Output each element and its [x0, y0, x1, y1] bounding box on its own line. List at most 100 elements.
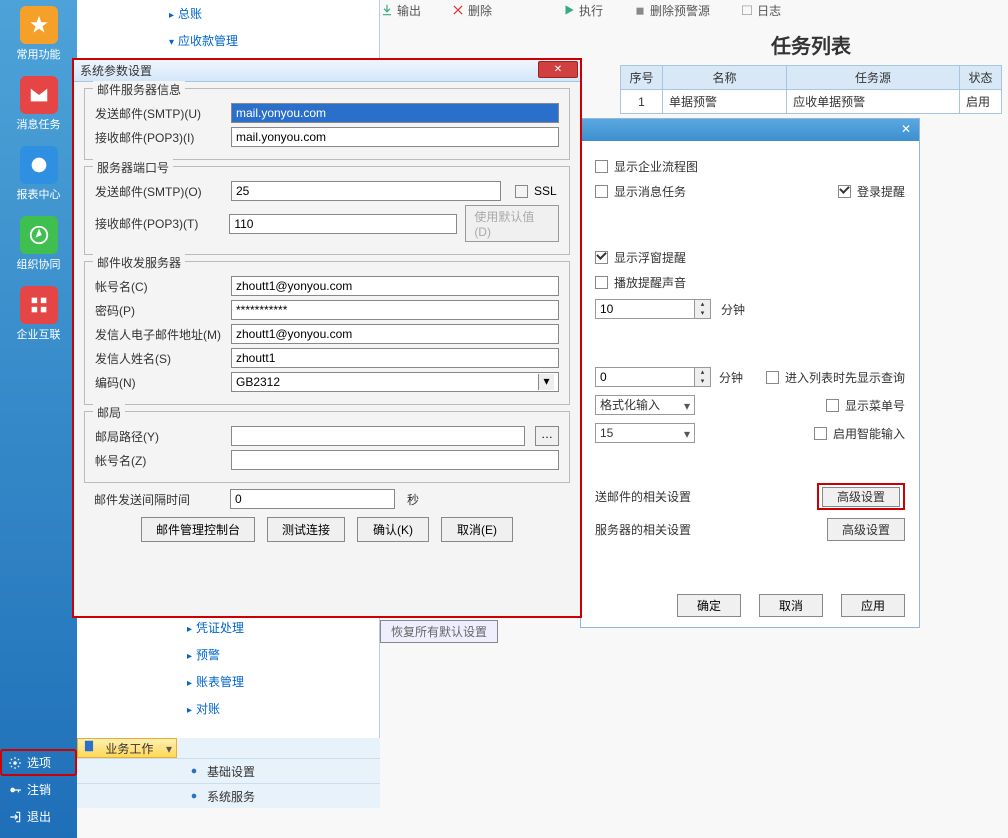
restore-defaults-button[interactable]: 恢复所有默认设置	[380, 620, 498, 643]
advanced-button-2[interactable]: 高级设置	[827, 518, 905, 541]
options-label: 选项	[27, 754, 51, 771]
sidebar-label: 常用功能	[0, 46, 77, 62]
pop-port-label: 接收邮件(POP3)(T)	[95, 215, 223, 232]
chevron-up-icon[interactable]: ▴	[695, 368, 710, 377]
label: 显示消息任务	[614, 183, 686, 200]
encoding-select[interactable]: GB2312▾	[231, 372, 559, 392]
smtp-port-input[interactable]	[231, 181, 501, 201]
legend: 邮件收发服务器	[93, 254, 185, 271]
logout-link[interactable]: 注销	[0, 776, 77, 803]
col-name[interactable]: 名称	[663, 66, 787, 90]
sidebar-item-enterprise[interactable]: 企业互联	[0, 280, 77, 350]
exit-link[interactable]: 退出	[0, 803, 77, 830]
password-input[interactable]	[231, 300, 559, 320]
format-select[interactable]: 格式化输入	[595, 395, 695, 415]
sidebar-item-message[interactable]: 消息任务	[0, 70, 77, 140]
sidebar-item-org[interactable]: 组织协同	[0, 210, 77, 280]
label: 显示企业流程图	[614, 158, 698, 175]
chevron-up-icon[interactable]: ▴	[695, 300, 710, 309]
sender-mail-label: 发信人电子邮件地址(M)	[95, 326, 225, 343]
chevron-down-icon[interactable]: ▾	[538, 374, 554, 390]
advanced-button[interactable]: 高级设置	[822, 487, 900, 507]
tree-item[interactable]: ▸预警	[77, 641, 379, 668]
poacct-input[interactable]	[231, 450, 559, 470]
ssl-checkbox[interactable]	[515, 185, 528, 198]
unit: 分钟	[721, 301, 745, 318]
use-default-button[interactable]: 使用默认值(D)	[465, 205, 559, 242]
sidebar-item-common[interactable]: 常用功能	[0, 0, 77, 70]
tree-item[interactable]: ▸对账	[77, 695, 379, 722]
cancel-button[interactable]: 取消(E)	[441, 517, 513, 542]
interval-stepper[interactable]: ▴▾	[595, 299, 711, 319]
tree-item[interactable]: ▸凭证处理	[77, 614, 379, 641]
v3-select[interactable]: 15	[595, 423, 695, 443]
delalert-button[interactable]: 删除预警源	[633, 2, 710, 19]
dialog-titlebar[interactable]: 系统参数设置 ✕	[74, 60, 580, 82]
group-ports: 服务器端口号 发送邮件(SMTP)(O)SSL 接收邮件(POP3)(T)使用默…	[84, 166, 570, 255]
chevron-down-icon[interactable]: ▾	[695, 377, 710, 386]
checkbox-smart-input[interactable]	[814, 427, 827, 440]
sender-name-input[interactable]	[231, 348, 559, 368]
ok-button[interactable]: 确定	[677, 594, 741, 617]
pop-label: 接收邮件(POP3)(I)	[95, 129, 225, 146]
close-icon[interactable]: ✕	[899, 122, 913, 136]
delete-button[interactable]: 删除	[451, 2, 492, 19]
v2-stepper[interactable]: ▴▾	[595, 367, 711, 387]
poacct-label: 帐号名(Z)	[95, 452, 225, 469]
v2-input[interactable]	[595, 367, 695, 387]
tree-label: 对账	[196, 702, 220, 716]
checkbox-float[interactable]	[595, 251, 608, 264]
cat-base[interactable]: 基础设置	[77, 758, 380, 783]
sender-mail-input[interactable]	[231, 324, 559, 344]
calendar-icon	[740, 3, 754, 17]
pop-port-input[interactable]	[229, 214, 457, 234]
confirm-button[interactable]: 确认(K)	[357, 517, 429, 542]
browse-button[interactable]: …	[535, 426, 559, 446]
account-input[interactable]	[231, 276, 559, 296]
checkbox-enter-query[interactable]	[766, 371, 779, 384]
cat-system[interactable]: 系统服务	[77, 783, 380, 808]
tb-label: 删除	[468, 2, 492, 19]
checkbox-show-menu[interactable]	[826, 399, 839, 412]
output-button[interactable]: 输出	[380, 2, 421, 19]
smtp-port-label: 发送邮件(SMTP)(O)	[95, 183, 225, 200]
cat-business[interactable]: 业务工作	[77, 738, 177, 758]
send-interval-input[interactable]	[230, 489, 395, 509]
star-icon	[20, 6, 58, 44]
unit: 分钟	[719, 369, 743, 386]
table-row[interactable]: 1 单据预警 应收单据预警 启用	[621, 90, 1002, 114]
tree-item[interactable]: ▾应收款管理	[77, 27, 379, 54]
doc-icon	[82, 739, 96, 753]
checkbox-show-flow[interactable]	[595, 160, 608, 173]
test-connection-button[interactable]: 测试连接	[267, 517, 345, 542]
tree-item[interactable]: ▸总账	[77, 0, 379, 27]
col-stat[interactable]: 状态	[960, 66, 1002, 90]
task-table: 序号 名称 任务源 状态 1 单据预警 应收单据预警 启用	[620, 65, 1002, 114]
envelope-icon	[20, 76, 58, 114]
cancel-button[interactable]: 取消	[759, 594, 823, 617]
chevron-down-icon[interactable]: ▾	[695, 309, 710, 318]
sidebar-label: 消息任务	[0, 116, 77, 132]
cell: 单据预警	[663, 90, 787, 114]
group-mail-server: 邮件服务器信息 发送邮件(SMTP)(U) 接收邮件(POP3)(I)	[84, 88, 570, 160]
label: 登录提醒	[857, 183, 905, 200]
label: 播放提醒声音	[614, 274, 686, 291]
checkbox-sound[interactable]	[595, 276, 608, 289]
close-button[interactable]: ✕	[538, 61, 578, 78]
interval-input[interactable]	[595, 299, 695, 319]
exec-button[interactable]: 执行	[562, 2, 603, 19]
mail-console-button[interactable]: 邮件管理控制台	[141, 517, 255, 542]
toolbar: 输出 删除 执行 删除预警源 日志	[380, 0, 1008, 20]
options-link[interactable]: 选项	[0, 749, 77, 776]
sidebar-item-report[interactable]: 报表中心	[0, 140, 77, 210]
col-no[interactable]: 序号	[621, 66, 663, 90]
checkbox-show-msg[interactable]	[595, 185, 608, 198]
smtp-input[interactable]	[231, 103, 559, 123]
checkbox-login-remind[interactable]	[838, 185, 851, 198]
apply-button[interactable]: 应用	[841, 594, 905, 617]
pop-input[interactable]	[231, 127, 559, 147]
popath-input[interactable]	[231, 426, 525, 446]
col-src[interactable]: 任务源	[787, 66, 960, 90]
tree-item[interactable]: ▸账表管理	[77, 668, 379, 695]
log-button[interactable]: 日志	[740, 2, 781, 19]
